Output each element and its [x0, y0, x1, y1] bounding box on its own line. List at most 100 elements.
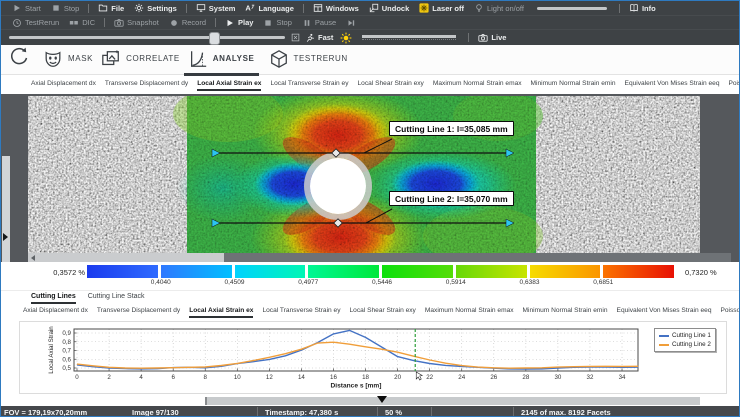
- svg-text:24: 24: [458, 374, 465, 381]
- toolbar-button-light-on-off[interactable]: Light on/off: [474, 3, 524, 13]
- toolbar-button-testrerun[interactable]: TestRerun: [12, 18, 59, 28]
- tab-local-axial-strain-ex[interactable]: Local Axial Strain ex: [197, 80, 261, 91]
- strain-map-viewport[interactable]: Cutting Line 1: l=35,085 mm Cutting Line…: [1, 94, 740, 262]
- colorbar-tick-label: 0,6851: [583, 279, 623, 286]
- expand-panel-icon[interactable]: [3, 233, 8, 241]
- fast-label: Fast: [318, 33, 333, 42]
- tab-transverse-displacement-dy[interactable]: Transverse Displacement dy: [97, 307, 180, 318]
- live-button[interactable]: Live: [478, 33, 506, 43]
- step-icon: [346, 18, 356, 28]
- tab-local-axial-strain-ex[interactable]: Local Axial Strain ex: [189, 307, 253, 318]
- toolbar-button-language[interactable]: ALanguage: [245, 3, 293, 13]
- toolbar-button-step-icon[interactable]: [346, 18, 356, 28]
- toolbar-button-dic[interactable]: DIC: [69, 18, 95, 28]
- scroll-left-icon[interactable]: [31, 255, 35, 261]
- status-facets: 2145 of max. 8192 Facets: [521, 408, 611, 417]
- toolbar-button-play[interactable]: Play: [225, 18, 253, 28]
- frame-scrubber[interactable]: [1, 394, 739, 406]
- tab-axial-displacement-dx[interactable]: Axial Displacement dx: [23, 307, 88, 318]
- toolbar-button-stop[interactable]: Stop: [51, 3, 79, 13]
- tab-minimum-normal-strain-emin[interactable]: Minimum Normal Strain emin: [523, 307, 608, 318]
- cutting-line-chart[interactable]: 0,50,60,70,80,90246810121416182022242628…: [20, 322, 726, 393]
- tab-maximum-normal-strain-emax[interactable]: Maximum Normal Strain emax: [425, 307, 514, 318]
- light-slider[interactable]: [537, 7, 607, 10]
- toolbar-button-label: System: [209, 4, 236, 13]
- toolbar-button-windows[interactable]: Windows: [313, 3, 359, 13]
- toolbar-button-system[interactable]: System: [196, 3, 236, 13]
- cutting-line-chart-panel[interactable]: 0,50,60,70,80,90246810121416182022242628…: [19, 321, 727, 394]
- tab-testrerun[interactable]: TESTRERUN: [265, 44, 352, 76]
- evaluation-tabs: Cutting Lines Cutting Line Stack: [1, 290, 739, 304]
- toolbar-button-stop[interactable]: Stop: [263, 18, 291, 28]
- legend-label: Cutting Line 2: [672, 340, 711, 349]
- toolbar-button-pause[interactable]: Pause: [302, 18, 336, 28]
- workflow-ribbon: MASK CORRELATE ANALYSE TESTRERUN: [1, 45, 739, 75]
- result-tabs-bottom: Axial Displacement dx Transverse Displace…: [1, 304, 739, 321]
- colorbar-min-value: 0,3572 %: [33, 268, 85, 277]
- svg-text:12: 12: [266, 374, 273, 381]
- detach-icon[interactable]: [291, 33, 300, 42]
- playback-speed-fast[interactable]: Fast: [305, 33, 333, 43]
- colorbar-segment-8: [603, 265, 674, 278]
- svg-text:2: 2: [107, 374, 111, 381]
- toolbar-button-start[interactable]: Start: [12, 3, 41, 13]
- toolbar-button-label: File: [111, 4, 124, 13]
- svg-text:4: 4: [139, 374, 143, 381]
- tab-poissons-ratio-[interactable]: Poissons Ratio µ: [728, 80, 739, 91]
- undock-icon: [369, 3, 379, 13]
- clock-icon: [12, 18, 22, 28]
- frame-position-marker[interactable]: [377, 396, 387, 403]
- tab-cutting-line-stack[interactable]: Cutting Line Stack: [88, 293, 145, 304]
- svg-text:0,7: 0,7: [62, 348, 71, 355]
- cutting-line-1-label[interactable]: Cutting Line 1: l=35,085 mm: [389, 121, 514, 136]
- tab-poissons-ratio-[interactable]: Poissons Ratio µ: [720, 307, 739, 318]
- toolbar-button-laser-off[interactable]: Laser off: [419, 3, 464, 13]
- record-icon: [169, 18, 179, 28]
- monitor-icon: [196, 3, 206, 13]
- tab-local-shear-strain-exy[interactable]: Local Shear Strain exy: [358, 80, 424, 91]
- toolbar-button-file[interactable]: File: [98, 3, 124, 13]
- legend-label: Cutting Line 1: [672, 331, 711, 340]
- horizontal-scrollbar[interactable]: [28, 253, 731, 262]
- pause-icon: [302, 18, 312, 28]
- tab-transverse-displacement-dy[interactable]: Transverse Displacement dy: [105, 80, 188, 91]
- tab-equivalent-von-mises-strain-eeq[interactable]: Equivalent Von Mises Strain eeq: [617, 307, 712, 318]
- toolbar-button-label: Record: [182, 18, 206, 27]
- toolbar-button-label: Laser off: [432, 4, 464, 13]
- language-icon: A: [245, 3, 255, 13]
- toolbar-button-snapshot[interactable]: Snapshot: [114, 18, 159, 28]
- tab-analyse[interactable]: ANALYSE: [184, 44, 259, 76]
- tab-axial-displacement-dx[interactable]: Axial Displacement dx: [31, 80, 96, 91]
- tab-correlate[interactable]: CORRELATE: [97, 44, 184, 76]
- result-tabs-top: Axial Displacement dx Transverse Displace…: [1, 76, 739, 94]
- tab-mask[interactable]: MASK: [39, 44, 97, 76]
- tab-local-shear-strain-exy[interactable]: Local Shear Strain exy: [350, 307, 416, 318]
- project-refresh-icon[interactable]: [7, 45, 31, 74]
- info-icon: [629, 3, 639, 13]
- speckle-strain-image[interactable]: [28, 96, 700, 253]
- tab-local-transverse-strain-ey[interactable]: Local Transverse Strain ey: [262, 307, 340, 318]
- brightness-slider[interactable]: [362, 35, 456, 40]
- mouse-cursor-icon: [416, 372, 422, 380]
- toolbar-button-label: Windows: [326, 4, 359, 13]
- colorbar-tick-label: 0,6383: [510, 279, 550, 286]
- tab-minimum-normal-strain-emin[interactable]: Minimum Normal Strain emin: [531, 80, 616, 91]
- left-panel-splitter[interactable]: [2, 156, 10, 262]
- camera-icon: [478, 33, 488, 43]
- sun-icon[interactable]: [340, 32, 352, 44]
- status-timestamp: Timestamp: 47,380 s: [265, 408, 338, 417]
- specimen-hole: [307, 155, 369, 217]
- horizontal-scrollbar-thumb[interactable]: [224, 253, 731, 262]
- cutting-line-2-label[interactable]: Cutting Line 2: l=35,070 mm: [389, 191, 514, 206]
- toolbar-button-record[interactable]: Record: [169, 18, 206, 28]
- toolbar-button-settings[interactable]: Settings: [134, 3, 177, 13]
- tab-equivalent-von-mises-strain-eeq[interactable]: Equivalent Von Mises Strain eeq: [625, 80, 720, 91]
- toolbar-button-undock[interactable]: Undock: [369, 3, 410, 13]
- tab-cutting-lines[interactable]: Cutting Lines: [31, 293, 76, 304]
- toolbar-button-info[interactable]: Info: [629, 3, 656, 13]
- toolbar-button-label: Stop: [276, 18, 291, 27]
- sequence-slider[interactable]: [9, 36, 285, 39]
- tab-maximum-normal-strain-emax[interactable]: Maximum Normal Strain emax: [433, 80, 522, 91]
- tab-local-transverse-strain-ey[interactable]: Local Transverse Strain ey: [270, 80, 348, 91]
- frame-scrubber-track[interactable]: [205, 397, 700, 405]
